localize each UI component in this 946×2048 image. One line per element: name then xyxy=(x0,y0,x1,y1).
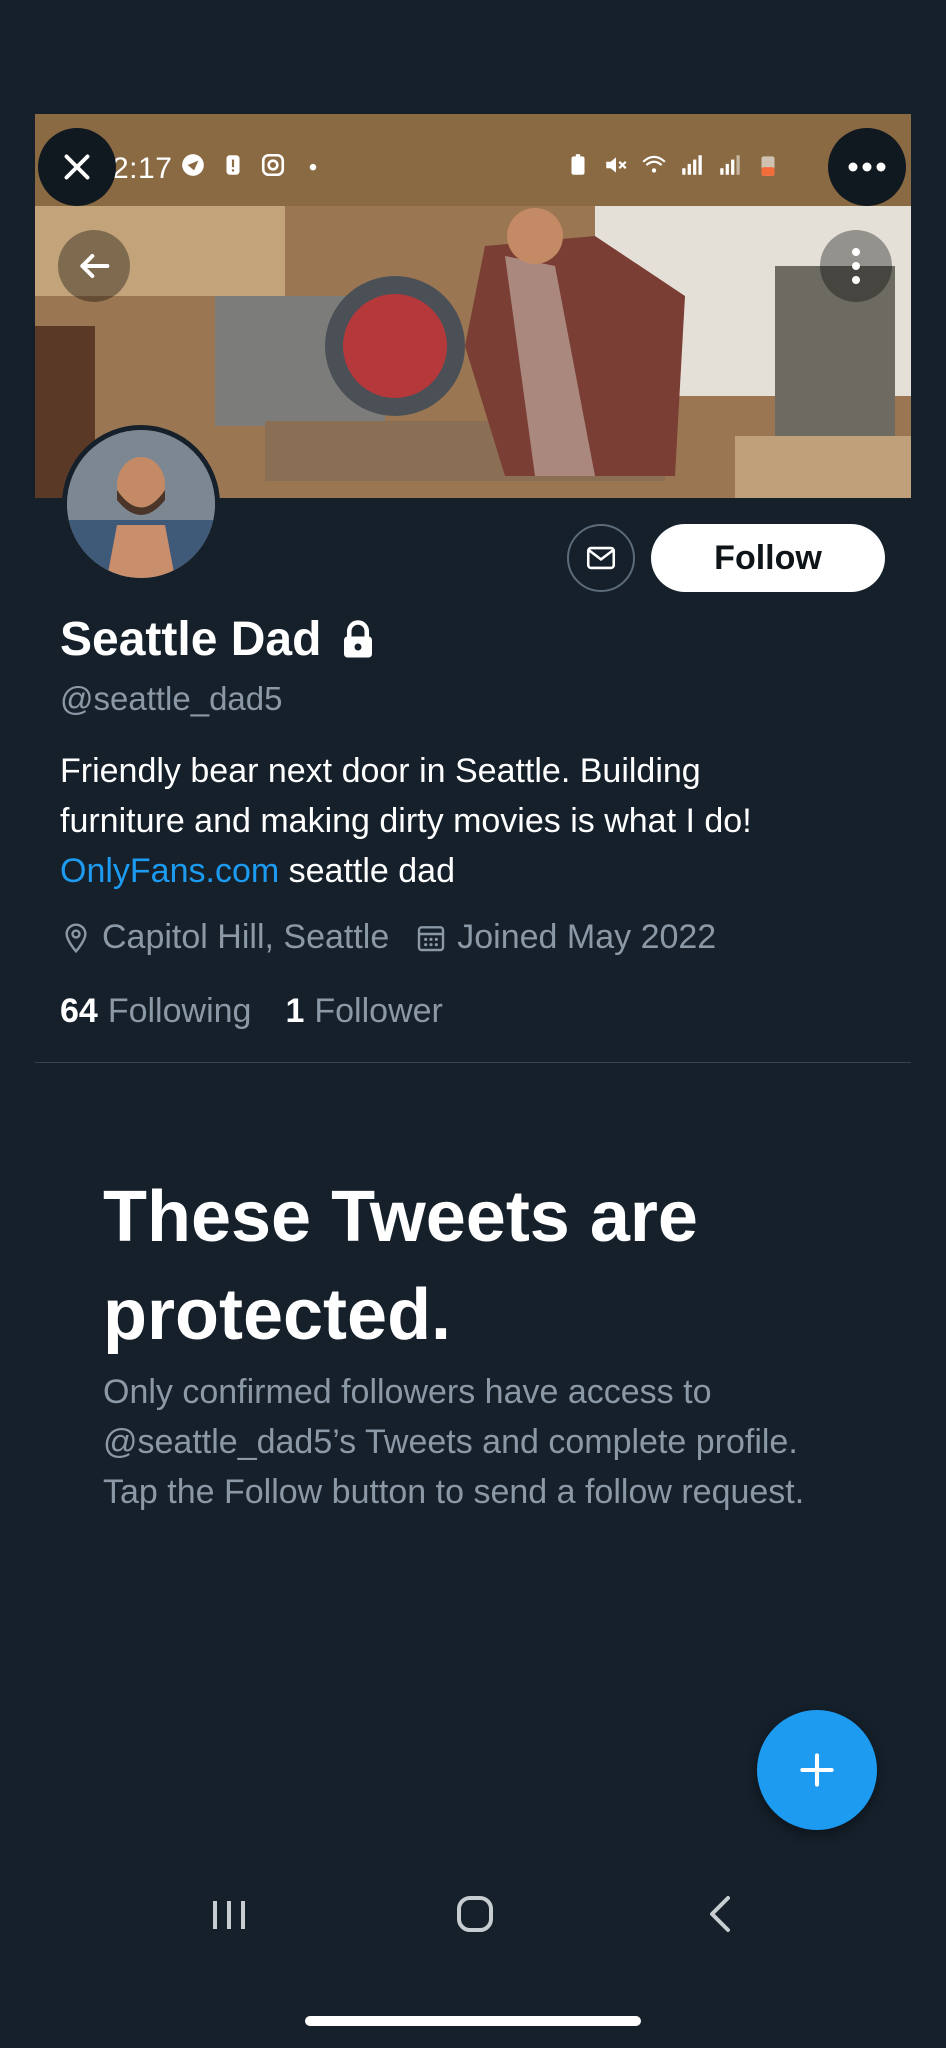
bio-line-3: OnlyFans.com seattle dad xyxy=(60,846,890,896)
following-count: 64 xyxy=(60,992,98,1030)
plus-icon xyxy=(800,1753,834,1787)
battery-saver-icon xyxy=(571,154,585,175)
more-horizontal-icon xyxy=(848,162,886,172)
profile-meta: Capitol Hill, Seattle Joined May 2022 xyxy=(60,918,742,957)
recent-apps-button[interactable] xyxy=(210,1895,248,1940)
more-options-button[interactable] xyxy=(828,128,906,206)
calendar-icon xyxy=(418,925,445,951)
joined-item: Joined May 2022 xyxy=(415,918,716,957)
arrow-left-icon xyxy=(80,254,110,278)
follow-button[interactable]: Follow xyxy=(651,524,885,592)
close-button[interactable] xyxy=(38,128,116,206)
followers-label: Follower xyxy=(314,992,443,1030)
profile-handle: @seattle_dad5 xyxy=(60,680,283,717)
alert-icon xyxy=(226,155,240,175)
profile-name: Seattle Dad xyxy=(60,613,322,666)
home-button[interactable] xyxy=(455,1892,495,1941)
followers-link[interactable]: 1 Follower xyxy=(285,992,442,1031)
joined-text: Joined May 2022 xyxy=(457,918,717,956)
back-button[interactable] xyxy=(58,230,130,302)
bio-tail: seattle dad xyxy=(279,852,455,890)
status-time: 2:17 xyxy=(112,152,173,185)
close-icon xyxy=(64,154,90,180)
following-label: Following xyxy=(107,992,252,1030)
signal-icon xyxy=(682,155,702,175)
following-link[interactable]: 64 Following xyxy=(60,992,251,1031)
divider xyxy=(35,1062,911,1063)
home-indicator[interactable] xyxy=(305,2016,641,2026)
bio-link[interactable]: OnlyFans.com xyxy=(60,852,279,890)
followers-count: 1 xyxy=(285,992,305,1030)
profile-name-row: Seattle Dad xyxy=(60,612,379,667)
notification-icon xyxy=(182,154,204,176)
lock-icon xyxy=(344,619,373,657)
battery-low-icon xyxy=(761,156,775,176)
bio-line-1: Friendly bear next door in Seattle. Buil… xyxy=(60,752,701,790)
compose-tweet-button[interactable] xyxy=(757,1710,877,1830)
avatar-image xyxy=(67,430,215,578)
envelope-icon xyxy=(586,546,616,570)
avatar[interactable] xyxy=(62,425,220,583)
profile-menu-button[interactable] xyxy=(820,230,892,302)
instagram-icon xyxy=(261,153,285,177)
system-back-button[interactable] xyxy=(702,1892,738,1941)
message-button[interactable] xyxy=(567,524,635,592)
location-item: Capitol Hill, Seattle xyxy=(60,918,389,957)
follow-counts: 64 Following 1 Follower xyxy=(60,992,443,1031)
protected-description: Only confirmed followers have access to … xyxy=(103,1373,805,1511)
recents-icon xyxy=(213,1901,245,1929)
dot-icon xyxy=(309,163,317,171)
location-text: Capitol Hill, Seattle xyxy=(102,918,390,956)
signal-2-icon xyxy=(720,155,740,175)
status-icons-right xyxy=(565,152,781,178)
wifi-icon xyxy=(642,155,666,173)
status-icons-left xyxy=(180,152,326,178)
home-icon xyxy=(457,1896,493,1932)
bio-line-2: furniture and making dirty movies is wha… xyxy=(60,802,752,840)
mute-icon xyxy=(606,157,627,173)
more-vertical-icon xyxy=(852,248,860,284)
profile-bio: Friendly bear next door in Seattle. Buil… xyxy=(60,746,890,896)
location-pin-icon xyxy=(65,922,87,953)
protected-title: These Tweets are protected. xyxy=(103,1177,698,1355)
chevron-left-icon xyxy=(710,1896,730,1932)
